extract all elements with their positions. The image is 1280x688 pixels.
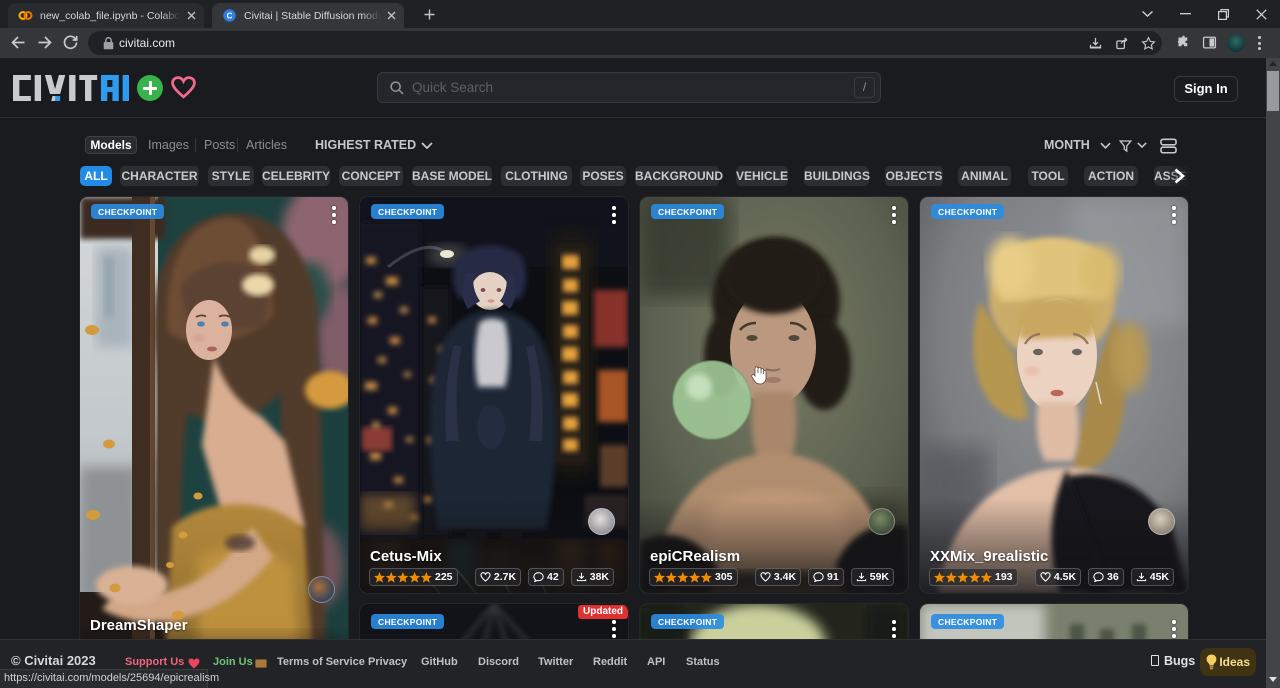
svg-text:C: C xyxy=(227,11,233,20)
